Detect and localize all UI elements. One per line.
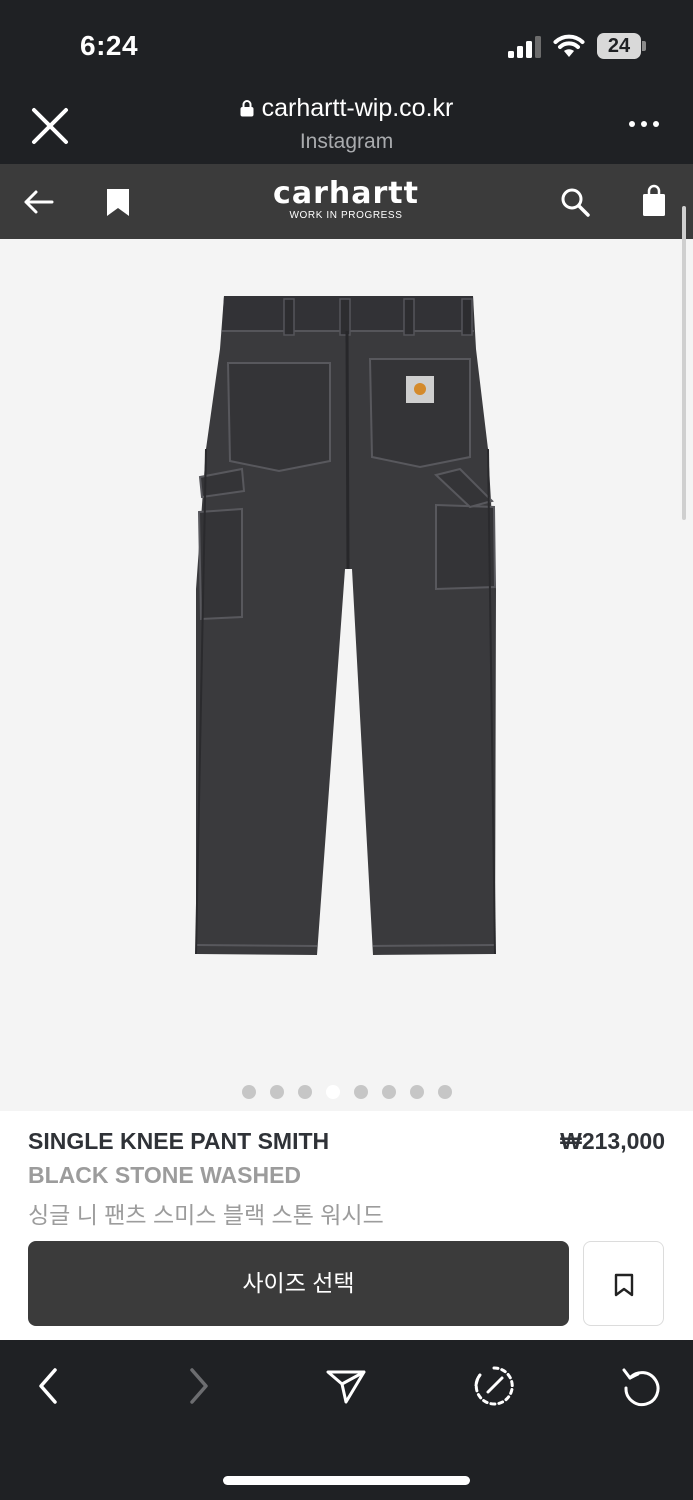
url-text: carhartt-wip.co.kr [261,94,454,122]
product-image[interactable] [0,239,693,1111]
logo-main: carhartt [273,176,419,211]
gallery-dot[interactable] [269,1085,284,1099]
gallery-dot[interactable] [353,1085,368,1099]
wishlist-button[interactable] [583,1241,664,1326]
more-options-icon[interactable] [624,112,664,136]
product-color: BLACK STONE WASHED [28,1162,302,1188]
search-icon[interactable] [555,182,595,222]
url-display[interactable]: carhartt-wip.co.kr [0,94,693,123]
reload-icon[interactable] [620,1364,664,1408]
lock-icon [240,100,254,117]
product-info-panel: SINGLE KNEE PANT SMITH ₩213,000 BLACK ST… [0,1111,693,1340]
product-name: SINGLE KNEE PANT SMITH [28,1128,330,1154]
cellular-signal-icon [508,36,541,58]
product-price: ₩213,000 [560,1128,665,1154]
page-scrollbar[interactable] [682,206,686,520]
battery-indicator: 24 [597,33,647,59]
status-time: 6:24 [80,30,139,61]
status-bar: 6:24 24 [0,0,693,88]
battery-level: 24 [607,35,631,57]
product-name-korean: 싱글 니 팬츠 스미스 블랙 스톤 워시드 [28,1202,384,1228]
gallery-dot[interactable] [297,1085,312,1099]
url-source: Instagram [299,130,394,153]
gallery-dot[interactable] [241,1085,256,1099]
shopping-bag-icon[interactable] [634,182,674,222]
jeans-image [195,296,497,955]
select-size-button[interactable]: 사이즈 선택 [28,1241,569,1326]
site-header: carhartt WORK IN PROGRESS [0,164,693,239]
logo-sub: WORK IN PROGRESS [289,210,403,221]
gallery-dot[interactable] [437,1085,452,1099]
bookmark-outline-icon [614,1273,634,1297]
safari-compass-icon[interactable] [472,1364,516,1408]
share-send-icon[interactable] [324,1364,368,1408]
browser-bar: carhartt-wip.co.kr Instagram [0,88,693,164]
forward-chevron-icon[interactable] [176,1364,220,1408]
gallery-dot[interactable] [325,1085,340,1099]
back-chevron-icon[interactable] [27,1364,71,1408]
bookmark-icon[interactable] [98,182,138,222]
gallery-dot[interactable] [409,1085,424,1099]
home-indicator[interactable] [223,1476,470,1485]
gallery-pagination [0,1085,693,1101]
gallery-dot[interactable] [381,1085,396,1099]
back-arrow-icon[interactable] [18,182,58,222]
wifi-icon [553,34,585,57]
carhartt-logo[interactable]: carhartt WORK IN PROGRESS [246,178,446,226]
